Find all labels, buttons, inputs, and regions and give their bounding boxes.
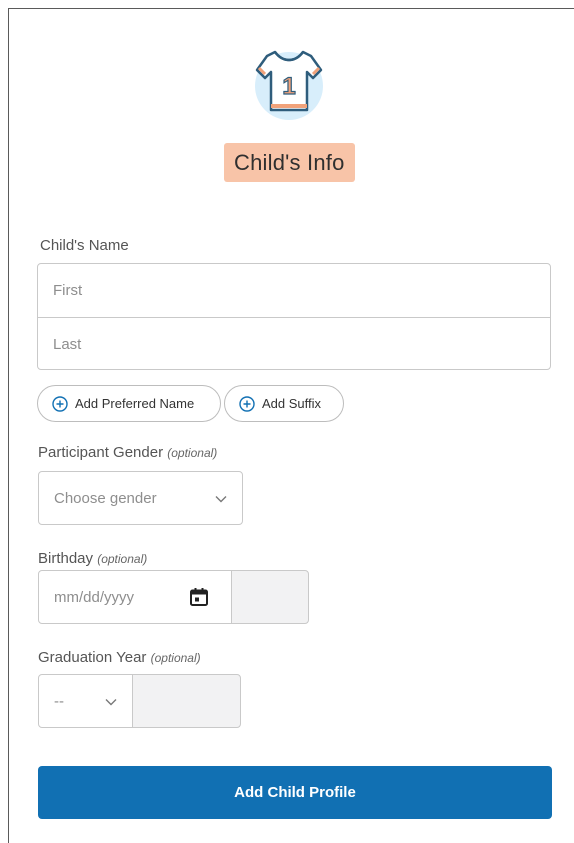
gender-label-text: Participant Gender	[38, 444, 164, 461]
gender-optional-tag: (optional)	[167, 446, 218, 460]
birthday-placeholder: mm/dd/yyyy	[54, 588, 135, 606]
graduation-year-value: --	[54, 692, 64, 710]
graduation-year-select[interactable]: --	[38, 674, 133, 728]
gender-select-value: Choose gender	[54, 489, 157, 507]
childs-name-group	[37, 263, 551, 370]
birthday-label: Birthday (optional)	[38, 550, 147, 567]
graduation-year-addon	[132, 674, 241, 728]
chevron-down-icon	[215, 496, 227, 503]
add-preferred-name-button[interactable]: Add Preferred Name	[37, 385, 221, 422]
birthday-label-text: Birthday	[38, 550, 94, 567]
calendar-icon[interactable]	[189, 587, 209, 607]
birthday-input[interactable]: mm/dd/yyyy	[38, 570, 232, 624]
chevron-down-icon	[105, 699, 117, 706]
gender-label: Participant Gender (optional)	[38, 444, 217, 461]
plus-circle-icon	[52, 395, 68, 412]
birthday-addon	[231, 570, 309, 624]
graduation-optional-tag: (optional)	[150, 651, 201, 665]
first-name-input[interactable]	[38, 264, 550, 317]
childs-name-label: Child's Name	[40, 237, 129, 254]
add-preferred-name-label: Add Preferred Name	[75, 396, 195, 411]
graduation-year-label: Graduation Year (optional)	[38, 649, 201, 666]
plus-circle-icon	[239, 395, 255, 412]
add-suffix-button[interactable]: Add Suffix	[224, 385, 344, 422]
add-child-profile-button[interactable]: Add Child Profile	[38, 766, 552, 819]
page-title: Child's Info	[224, 143, 355, 182]
last-name-input[interactable]	[38, 318, 550, 369]
add-suffix-label: Add Suffix	[262, 396, 322, 411]
jersey-icon: 1	[247, 42, 327, 122]
gender-select[interactable]: Choose gender	[38, 471, 243, 525]
birthday-optional-tag: (optional)	[97, 552, 148, 566]
jersey-number: 1	[282, 73, 295, 100]
graduation-year-label-text: Graduation Year	[38, 649, 147, 666]
